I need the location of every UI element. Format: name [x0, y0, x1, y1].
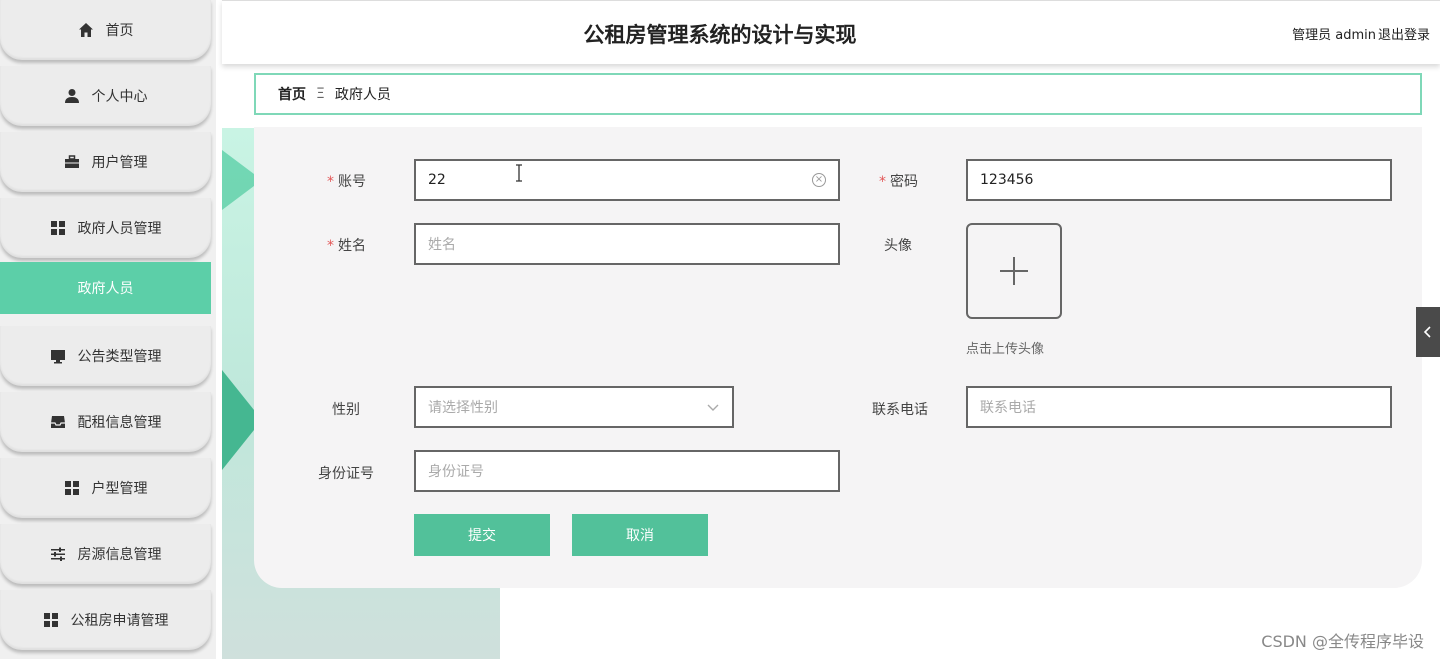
gender-select[interactable]: 请选择性别	[414, 386, 734, 428]
avatar-label: 头像	[884, 238, 912, 254]
sidebar-subitem-label: 政府人员	[77, 281, 134, 297]
grid-icon	[50, 221, 65, 235]
sidebar-item-label: 公租房申请管理	[70, 613, 169, 629]
id-number-input[interactable]: 身份证号	[414, 450, 840, 492]
required-mark: *	[327, 174, 334, 190]
phone-label: 联系电话	[872, 402, 928, 418]
chevron-down-icon	[707, 404, 719, 411]
sidebar-item-label: 个人中心	[91, 89, 148, 105]
account-label: * 账号	[327, 174, 366, 190]
avatar-upload-button[interactable]	[966, 223, 1062, 319]
password-label: * 密码	[879, 174, 918, 190]
sidebar-item-label: 户型管理	[91, 481, 148, 497]
sliders-icon	[50, 547, 65, 561]
submit-button[interactable]: 提交	[414, 514, 550, 556]
account-value: 22	[428, 172, 446, 188]
gender-placeholder: 请选择性别	[428, 400, 498, 416]
sidebar-item-users[interactable]: 用户管理	[0, 132, 211, 192]
admin-info: 管理员 admin	[1292, 28, 1376, 43]
logout-link[interactable]: 退出登录	[1378, 24, 1430, 43]
header: 公租房管理系统的设计与实现 管理员 admin 退出登录	[222, 0, 1440, 64]
password-input[interactable]: 123456	[966, 159, 1392, 201]
sidebar-item-profile[interactable]: 个人中心	[0, 66, 211, 126]
sidebar: 首页 个人中心 用户管理 政府人员管理 政府人员 公告类型管理 配租信息管理 户…	[0, 0, 216, 659]
plus-icon	[1000, 257, 1028, 285]
breadcrumb-current: 政府人员	[334, 87, 391, 103]
monitor-icon	[50, 350, 65, 364]
name-label: * 姓名	[327, 238, 366, 254]
required-mark: *	[879, 174, 886, 190]
password-value: 123456	[980, 172, 1034, 188]
sidebar-item-label: 用户管理	[91, 155, 148, 171]
phone-input[interactable]: 联系电话	[966, 386, 1392, 428]
account-input[interactable]: 22 ×	[414, 159, 840, 201]
sidebar-item-rental-info[interactable]: 配租信息管理	[0, 392, 211, 452]
form-card: * 账号 22 × * 密码 123456 * 姓名 姓名 头像 点击上传头像 性别 …	[254, 127, 1422, 588]
avatar-upload-hint: 点击上传头像	[966, 342, 1045, 357]
breadcrumb: 首页 Ξ 政府人员	[254, 73, 1422, 115]
watermark: CSDN @全传程序毕设	[1261, 632, 1424, 651]
side-panel-toggle[interactable]	[1416, 307, 1440, 357]
briefcase-icon	[64, 155, 79, 168]
sidebar-item-label: 公告类型管理	[77, 349, 162, 365]
sidebar-item-applications[interactable]: 公租房申请管理	[0, 590, 211, 650]
sidebar-item-label: 房源信息管理	[77, 547, 162, 563]
id-number-label: 身份证号	[318, 466, 374, 482]
breadcrumb-home[interactable]: 首页	[278, 84, 306, 104]
inbox-icon	[50, 416, 65, 428]
sidebar-item-house-types[interactable]: 户型管理	[0, 458, 211, 518]
phone-placeholder: 联系电话	[980, 400, 1036, 416]
gender-label: 性别	[332, 402, 360, 418]
chevron-left-icon	[1423, 326, 1431, 338]
name-input[interactable]: 姓名	[414, 223, 840, 265]
sidebar-item-label: 配租信息管理	[77, 415, 162, 431]
breadcrumb-separator: Ξ	[316, 86, 325, 102]
cancel-button[interactable]: 取消	[572, 514, 708, 556]
id-number-placeholder: 身份证号	[428, 464, 484, 480]
sidebar-item-gov-staff[interactable]: 政府人员管理	[0, 198, 211, 258]
sidebar-subitem-gov-staff[interactable]: 政府人员	[0, 262, 211, 314]
sidebar-item-notice-types[interactable]: 公告类型管理	[0, 326, 211, 386]
sidebar-item-housing-info[interactable]: 房源信息管理	[0, 524, 211, 584]
required-mark: *	[327, 238, 334, 254]
grid-icon	[64, 481, 79, 495]
page-title: 公租房管理系统的设计与实现	[583, 23, 857, 47]
text-cursor-icon	[516, 164, 522, 182]
sidebar-item-label: 政府人员管理	[77, 221, 162, 237]
grid-icon	[43, 613, 58, 627]
name-placeholder: 姓名	[428, 237, 456, 253]
user-icon	[64, 89, 79, 103]
clear-icon[interactable]: ×	[812, 173, 826, 187]
